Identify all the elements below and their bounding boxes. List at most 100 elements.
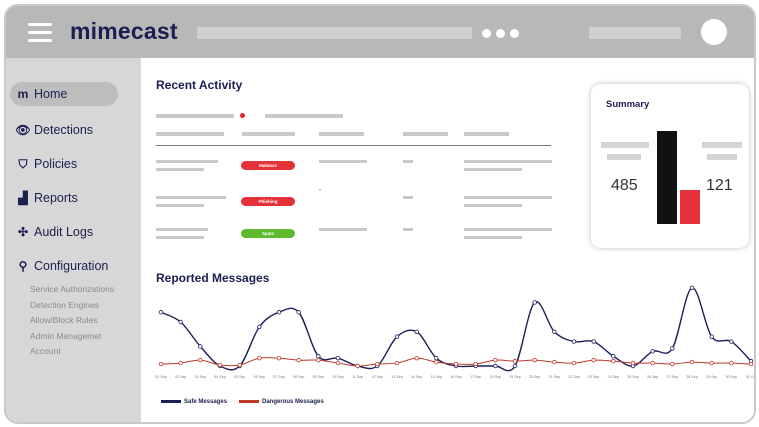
x-tick-label: 22 Sep <box>568 375 579 379</box>
data-point[interactable] <box>198 344 203 349</box>
sidebar-item-label: Reports <box>34 191 78 205</box>
data-point[interactable] <box>198 357 203 363</box>
data-point[interactable] <box>434 359 439 365</box>
x-tick-label: 01 Sep <box>155 375 166 379</box>
data-point[interactable] <box>709 334 714 339</box>
data-point[interactable] <box>748 361 754 367</box>
submenu-item-allow-block-rules[interactable]: Allow/Block Rules <box>30 313 114 329</box>
cell-placeholder <box>156 160 218 163</box>
legend-swatch <box>161 399 181 403</box>
x-tick-label: 11 Sep <box>352 375 363 379</box>
summary-card[interactable]: Summary 485 121 <box>591 84 749 248</box>
data-point[interactable] <box>394 360 400 366</box>
sidebar-item-detections[interactable]: 👁 Detections <box>10 118 118 142</box>
data-point[interactable] <box>650 349 655 354</box>
sidebar-item-label: Home <box>34 87 68 101</box>
more-options-icon[interactable] <box>482 25 524 43</box>
reported-messages-chart: 01 Sep 02 Sep 03 Sep 04 Sep 05 Sep 06 Sep 07 S… <box>155 285 756 379</box>
data-point[interactable] <box>178 319 183 325</box>
data-point[interactable] <box>335 355 341 361</box>
sidebar-item-configuration[interactable]: ⚲ Configuration <box>10 254 118 278</box>
x-tick-label: 05 Sep <box>234 375 245 379</box>
hamburger-menu-icon[interactable] <box>28 23 52 42</box>
address-bar-placeholder[interactable] <box>197 27 472 39</box>
data-point[interactable] <box>591 339 596 344</box>
data-point[interactable] <box>512 363 518 369</box>
data-point[interactable] <box>316 357 321 363</box>
data-point[interactable] <box>512 358 518 364</box>
data-point[interactable] <box>532 357 537 363</box>
column-header-placeholder <box>242 132 295 136</box>
data-point[interactable] <box>729 360 734 366</box>
cell-placeholder <box>403 160 413 163</box>
data-point[interactable] <box>276 355 282 361</box>
cell-placeholder <box>156 196 226 199</box>
sidebar-item-policies[interactable]: ⛉ Policies <box>10 152 118 176</box>
x-tick-label: 15 Sep <box>431 375 442 379</box>
submenu-item-account[interactable]: Account <box>30 344 114 360</box>
cell-placeholder <box>464 168 522 171</box>
data-point[interactable] <box>709 360 714 366</box>
x-tick-label: 01 Oct <box>746 375 756 379</box>
sidebar: m Home 👁 Detections ⛉ Policies ▟ Reports… <box>6 58 141 422</box>
data-point[interactable] <box>414 355 419 361</box>
data-point[interactable] <box>158 361 164 367</box>
data-point[interactable] <box>532 300 537 305</box>
data-point[interactable] <box>689 359 695 365</box>
data-point[interactable] <box>729 339 734 344</box>
sidebar-item-reports[interactable]: ▟ Reports <box>10 186 118 210</box>
cell-placeholder <box>156 168 204 171</box>
data-point[interactable] <box>158 310 164 315</box>
summary-label-placeholder <box>707 154 737 160</box>
main-content: Recent Activity Malware Phishing Spam Su… <box>141 58 754 422</box>
sidebar-item-label: Detections <box>34 123 94 137</box>
avatar[interactable] <box>701 19 727 45</box>
submenu-item-service-authorizations[interactable]: Service Authorizations <box>30 282 114 298</box>
data-point[interactable] <box>257 355 262 361</box>
data-point[interactable] <box>276 310 282 315</box>
mimecast-logo[interactable]: mimecast <box>70 18 178 45</box>
data-point[interactable] <box>296 310 301 315</box>
data-point[interactable] <box>237 362 242 368</box>
data-point[interactable] <box>670 361 675 367</box>
data-point[interactable] <box>591 357 596 363</box>
data-point[interactable] <box>178 360 183 366</box>
data-point[interactable] <box>630 360 636 366</box>
data-point[interactable] <box>552 359 557 365</box>
submenu-item-detection-engines[interactable]: Detection Engines <box>30 298 114 314</box>
data-point[interactable] <box>316 354 321 359</box>
data-point[interactable] <box>571 339 577 344</box>
data-point[interactable] <box>296 357 301 363</box>
data-point[interactable] <box>434 355 439 361</box>
submenu-item-admin-management[interactable]: Admin Managemet <box>30 329 114 345</box>
data-point[interactable] <box>493 357 498 363</box>
sidebar-item-home[interactable]: m Home <box>10 82 118 106</box>
filter-placeholder[interactable] <box>265 114 343 118</box>
configuration-submenu: Service Authorizations Detection Engines… <box>30 282 114 360</box>
bar-chart-icon: ▟ <box>18 191 28 205</box>
data-point[interactable] <box>414 329 419 334</box>
summary-label-placeholder <box>702 142 742 148</box>
filter-placeholder[interactable] <box>156 114 234 118</box>
sidebar-item-label: Configuration <box>34 259 109 273</box>
data-point[interactable] <box>689 285 695 290</box>
data-point[interactable] <box>375 361 380 367</box>
data-point[interactable] <box>394 334 400 339</box>
data-point[interactable] <box>611 354 616 359</box>
data-point[interactable] <box>335 360 341 366</box>
data-point[interactable] <box>650 360 655 366</box>
data-point[interactable] <box>611 358 616 364</box>
data-point[interactable] <box>670 346 675 351</box>
data-point[interactable] <box>493 363 498 369</box>
x-tick-label: 19 Sep <box>509 375 520 379</box>
link-icon: ⚲ <box>18 259 28 273</box>
data-point[interactable] <box>473 361 478 367</box>
data-point[interactable] <box>453 361 459 367</box>
data-point[interactable] <box>257 324 262 330</box>
data-point[interactable] <box>217 362 223 368</box>
data-point[interactable] <box>552 329 557 334</box>
legend-dangerous: Dangerous Messages <box>239 399 324 405</box>
data-point[interactable] <box>355 363 360 369</box>
data-point[interactable] <box>571 360 577 366</box>
sidebar-item-audit-logs[interactable]: ✣ Audit Logs <box>10 220 118 244</box>
